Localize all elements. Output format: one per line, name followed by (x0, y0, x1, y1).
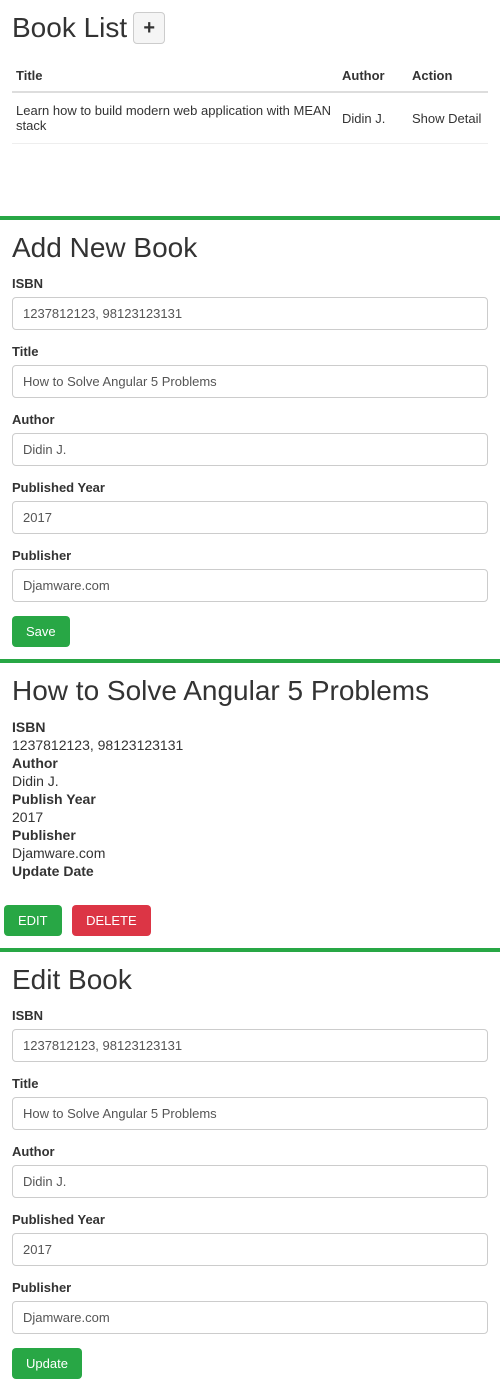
edit-author-label: Author (12, 1144, 488, 1159)
add-heading: Add New Book (12, 232, 488, 264)
edit-year-label: Published Year (12, 1212, 488, 1227)
edit-author-input[interactable] (12, 1165, 488, 1198)
add-book-section: Add New Book ISBN Title Author Published… (0, 220, 500, 659)
detail-isbn-label: ISBN (12, 719, 488, 735)
publisher-label: Publisher (12, 548, 488, 563)
isbn-label: ISBN (12, 276, 488, 291)
publisher-input[interactable] (12, 569, 488, 602)
year-label: Published Year (12, 480, 488, 495)
detail-update-label: Update Date (12, 863, 488, 879)
detail-publisher-value: Djamware.com (12, 845, 488, 861)
edit-book-section: Edit Book ISBN Title Author Published Ye… (0, 952, 500, 1391)
book-list-section: Book List + Title Author Action Learn ho… (0, 0, 500, 216)
year-input[interactable] (12, 501, 488, 534)
col-author: Author (338, 60, 408, 92)
plus-icon: + (143, 17, 155, 40)
cell-author: Didin J. (338, 92, 408, 144)
delete-button[interactable]: DELETE (72, 905, 151, 936)
book-detail-section: How to Solve Angular 5 Problems ISBN 123… (0, 663, 500, 905)
detail-isbn-value: 1237812123, 98123123131 (12, 737, 488, 753)
detail-heading: How to Solve Angular 5 Problems (12, 675, 488, 707)
edit-title-label: Title (12, 1076, 488, 1091)
cell-title: Learn how to build modern web applicatio… (12, 92, 338, 144)
add-book-button[interactable]: + (133, 12, 165, 44)
update-button[interactable]: Update (12, 1348, 82, 1379)
edit-heading: Edit Book (12, 964, 488, 996)
isbn-input[interactable] (12, 297, 488, 330)
detail-author-label: Author (12, 755, 488, 771)
edit-year-input[interactable] (12, 1233, 488, 1266)
table-row: Learn how to build modern web applicatio… (12, 92, 488, 144)
col-title: Title (12, 60, 338, 92)
edit-publisher-label: Publisher (12, 1280, 488, 1295)
author-input[interactable] (12, 433, 488, 466)
detail-year-label: Publish Year (12, 791, 488, 807)
detail-year-value: 2017 (12, 809, 488, 825)
detail-author-value: Didin J. (12, 773, 488, 789)
author-label: Author (12, 412, 488, 427)
edit-isbn-label: ISBN (12, 1008, 488, 1023)
edit-button[interactable]: EDIT (4, 905, 62, 936)
detail-publisher-label: Publisher (12, 827, 488, 843)
edit-publisher-input[interactable] (12, 1301, 488, 1334)
col-action: Action (408, 60, 488, 92)
edit-isbn-input[interactable] (12, 1029, 488, 1062)
edit-title-input[interactable] (12, 1097, 488, 1130)
title-label: Title (12, 344, 488, 359)
book-table: Title Author Action Learn how to build m… (12, 60, 488, 144)
cell-action[interactable]: Show Detail (408, 92, 488, 144)
title-input[interactable] (12, 365, 488, 398)
page-title: Book List (12, 12, 127, 44)
save-button[interactable]: Save (12, 616, 70, 647)
